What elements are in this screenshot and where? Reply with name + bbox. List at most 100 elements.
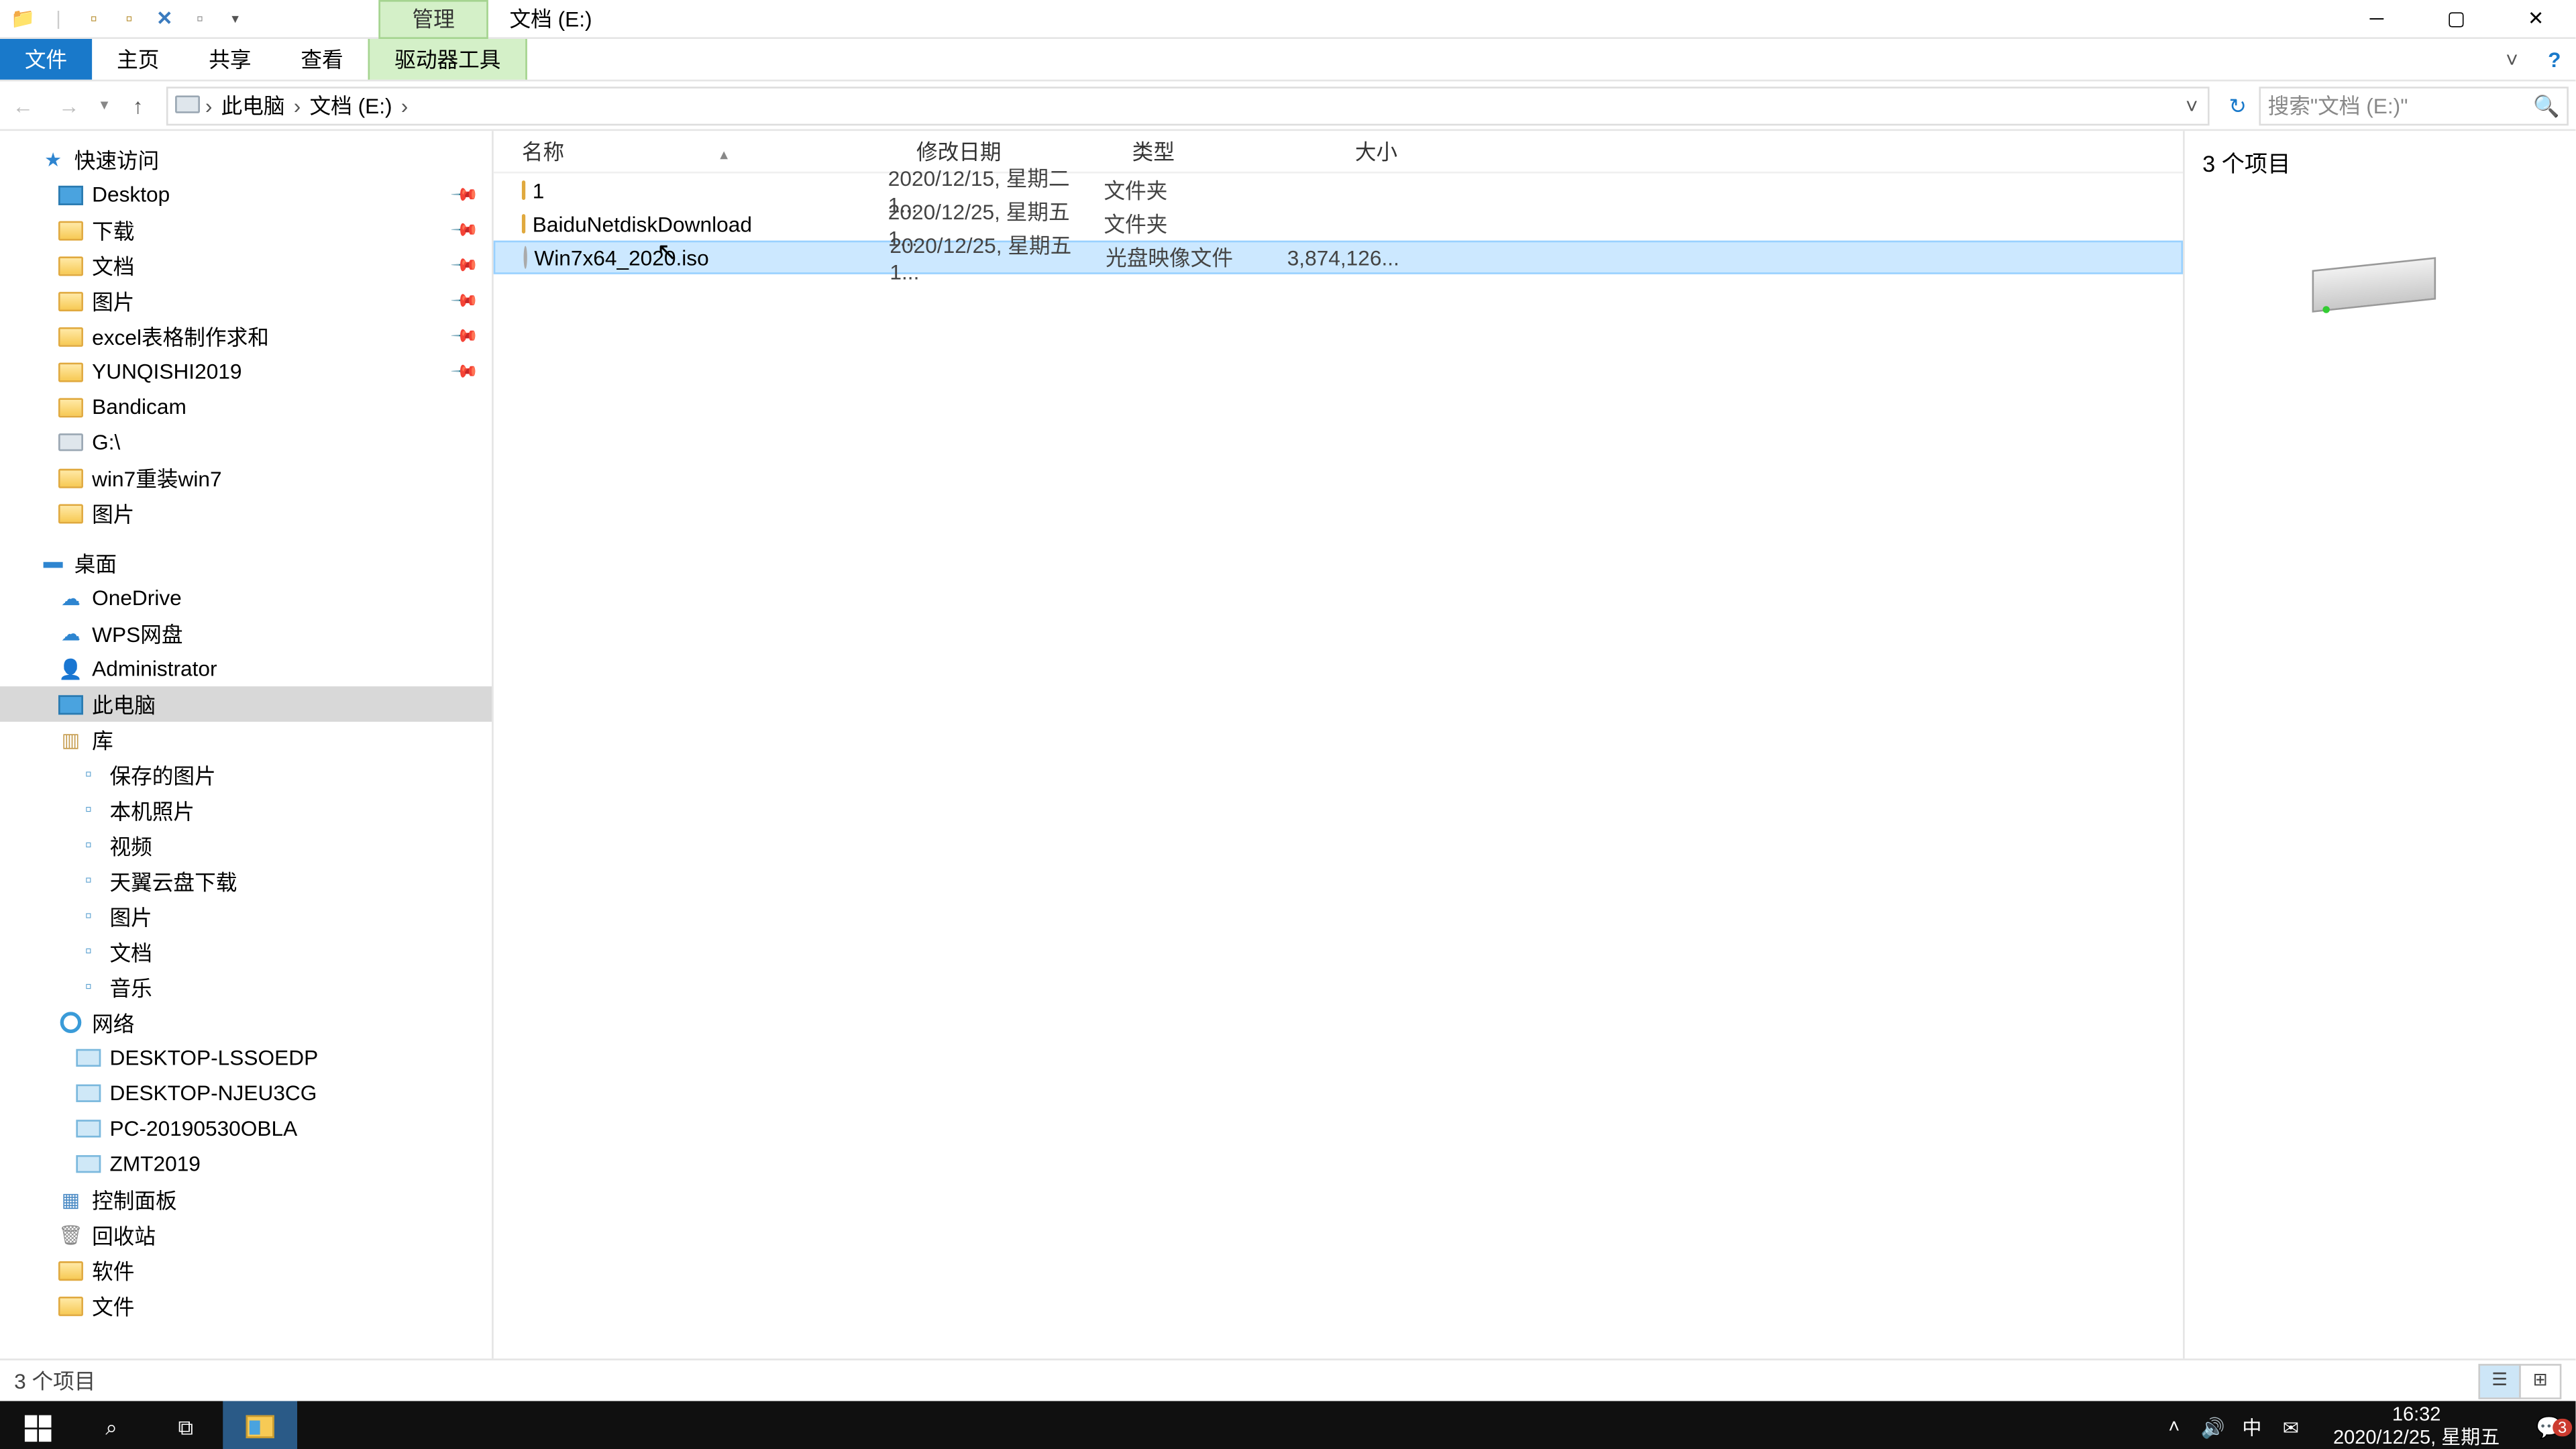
view-details-button[interactable]: ☰: [2478, 1363, 2520, 1399]
chevron-right-icon[interactable]: ›: [200, 93, 217, 117]
file-row[interactable]: Win7x64_2020.iso 2020/12/25, 星期五 1... 光盘…: [494, 241, 2183, 274]
tree-item[interactable]: excel表格制作求和📌: [0, 319, 492, 354]
start-button[interactable]: [0, 1401, 74, 1449]
chevron-right-icon[interactable]: ›: [396, 93, 413, 117]
recent-dropdown-icon[interactable]: ▾: [92, 84, 117, 126]
tree-item[interactable]: DESKTOP-LSSOEDP: [0, 1040, 492, 1076]
tree-item[interactable]: Desktop📌: [0, 177, 492, 213]
qat-sep: |: [42, 3, 74, 34]
search-icon[interactable]: 🔍: [2533, 93, 2559, 117]
tree-item[interactable]: 图片: [0, 495, 492, 531]
tree-item[interactable]: ▦控制面板: [0, 1182, 492, 1218]
tree-item[interactable]: 🗑回收站: [0, 1217, 492, 1252]
tree-item[interactable]: 文件: [0, 1288, 492, 1324]
file-type: 文件夹: [1104, 209, 1284, 239]
ribbon-context-tab[interactable]: 管理: [378, 0, 488, 38]
col-name[interactable]: 名称▴: [494, 136, 888, 166]
pc-icon: [56, 180, 85, 209]
up-button[interactable]: ↑: [117, 84, 159, 126]
qat-delete-icon[interactable]: ✕: [149, 3, 180, 34]
ribbon-collapse-icon[interactable]: ˅: [2491, 39, 2533, 80]
tree-item[interactable]: ▫图片: [0, 899, 492, 934]
tab-drive-tools[interactable]: 驱动器工具: [368, 39, 527, 80]
close-button[interactable]: ✕: [2496, 0, 2576, 38]
task-view-icon[interactable]: ⧉: [149, 1401, 223, 1449]
tree-item[interactable]: 文档📌: [0, 248, 492, 283]
tree-item[interactable]: ▫保存的图片: [0, 757, 492, 793]
taskbar-search-icon[interactable]: ⌕: [74, 1401, 149, 1449]
tree-item[interactable]: ZMT2019: [0, 1146, 492, 1182]
pin-icon: 📌: [448, 215, 478, 245]
file-row[interactable]: 1 2020/12/15, 星期二 1... 文件夹: [494, 173, 2183, 207]
tree-item[interactable]: ☁OneDrive: [0, 580, 492, 616]
qat-dropdown-icon[interactable]: ▾: [219, 3, 251, 34]
drive-thumb-icon: [2311, 250, 2449, 320]
help-icon[interactable]: ?: [2533, 39, 2575, 80]
view-icons-button[interactable]: ⊞: [2519, 1363, 2561, 1399]
tray-overflow-icon[interactable]: ˄: [2155, 1417, 2194, 1438]
minimize-button[interactable]: ─: [2337, 0, 2416, 38]
library-icon: ▫: [74, 796, 103, 824]
breadcrumb-seg-drive[interactable]: 文档 (E:): [306, 90, 396, 120]
taskbar[interactable]: ⌕ ⧉ ˄ 🔊 中 ✉ 16:32 2020/12/25, 星期五 💬3: [0, 1401, 2575, 1449]
col-size[interactable]: 大小: [1284, 136, 1408, 166]
tree-item[interactable]: ▫文档: [0, 934, 492, 969]
tree-item[interactable]: ☁WPS网盘: [0, 616, 492, 651]
tree-item[interactable]: 软件: [0, 1252, 492, 1288]
tree-network[interactable]: 网络: [0, 1005, 492, 1040]
tree-item[interactable]: G:\: [0, 425, 492, 460]
search-input[interactable]: 搜索"文档 (E:)" 🔍: [2259, 86, 2568, 125]
tab-home[interactable]: 主页: [92, 39, 184, 80]
maximize-button[interactable]: ▢: [2416, 0, 2496, 38]
column-headers[interactable]: 名称▴ 修改日期 类型 大小: [494, 131, 2183, 173]
tree-item[interactable]: 图片📌: [0, 283, 492, 319]
qat-properties-icon[interactable]: ▫: [78, 3, 109, 34]
breadcrumb-seg-pc[interactable]: 此电脑: [217, 90, 288, 120]
back-button[interactable]: ←: [0, 84, 46, 126]
tree-item[interactable]: YUNQISHI2019📌: [0, 354, 492, 389]
pin-icon: 📌: [448, 180, 478, 209]
address-bar-row: ← → ▾ ↑ › 此电脑 › 文档 (E:) › ˅ ↻ 搜索"文档 (E:)…: [0, 81, 2575, 131]
file-list[interactable]: 名称▴ 修改日期 类型 大小 1 2020/12/15, 星期二 1... 文件…: [494, 131, 2183, 1358]
tree-item[interactable]: win7重装win7: [0, 460, 492, 496]
tree-item[interactable]: PC-20190530OBLA: [0, 1111, 492, 1146]
tree-item[interactable]: ▫音乐: [0, 969, 492, 1005]
tree-item[interactable]: 下载📌: [0, 212, 492, 248]
tree-item[interactable]: ▥库: [0, 722, 492, 757]
pin-icon: 📌: [448, 321, 478, 351]
refresh-button[interactable]: ↻: [2216, 93, 2259, 117]
nav-tree[interactable]: ★快速访问 Desktop📌下载📌文档📌图片📌excel表格制作求和📌YUNQI…: [0, 131, 494, 1358]
tab-file[interactable]: 文件: [0, 39, 92, 80]
col-date[interactable]: 修改日期: [888, 136, 1104, 166]
chevron-right-icon[interactable]: ›: [288, 93, 306, 117]
tree-item[interactable]: Bandicam: [0, 389, 492, 425]
bin-icon: 🗑: [56, 1221, 85, 1249]
tree-desktop[interactable]: ▬桌面: [0, 545, 492, 580]
breadcrumb[interactable]: › 此电脑 › 文档 (E:) › ˅: [166, 86, 2210, 125]
breadcrumb-dropdown-icon[interactable]: ˅: [2176, 93, 2208, 117]
tree-item[interactable]: ▫视频: [0, 828, 492, 863]
tree-item[interactable]: 👤Administrator: [0, 651, 492, 686]
qat-rename-icon[interactable]: ▫: [184, 3, 215, 34]
tree-quick-access[interactable]: ★快速访问: [0, 142, 492, 177]
tray-ime-icon[interactable]: 中: [2233, 1413, 2271, 1442]
tray-mail-icon[interactable]: ✉: [2271, 1416, 2310, 1439]
col-type[interactable]: 类型: [1104, 136, 1284, 166]
qat-newfolder-icon[interactable]: ▫: [113, 3, 145, 34]
forward-button[interactable]: →: [46, 84, 93, 126]
pin-icon: 📌: [448, 286, 478, 315]
action-center-icon[interactable]: 💬3: [2522, 1415, 2575, 1440]
tree-item[interactable]: DESKTOP-NJEU3CG: [0, 1075, 492, 1111]
tree-item[interactable]: ▫本机照片: [0, 792, 492, 828]
tree-item[interactable]: 此电脑: [0, 686, 492, 722]
computer-icon: [74, 1079, 103, 1108]
tray-volume-icon[interactable]: 🔊: [2194, 1416, 2233, 1439]
computer-icon: [74, 1044, 103, 1072]
taskbar-clock[interactable]: 16:32 2020/12/25, 星期五: [2310, 1405, 2522, 1449]
tab-share[interactable]: 共享: [184, 39, 276, 80]
tab-view[interactable]: 查看: [276, 39, 368, 80]
file-row[interactable]: BaiduNetdiskDownload 2020/12/25, 星期五 1..…: [494, 207, 2183, 241]
tree-item[interactable]: ▫天翼云盘下载: [0, 863, 492, 899]
taskbar-explorer-icon[interactable]: [223, 1401, 297, 1449]
status-bar: 3 个项目 ☰ ⊞: [0, 1358, 2575, 1401]
